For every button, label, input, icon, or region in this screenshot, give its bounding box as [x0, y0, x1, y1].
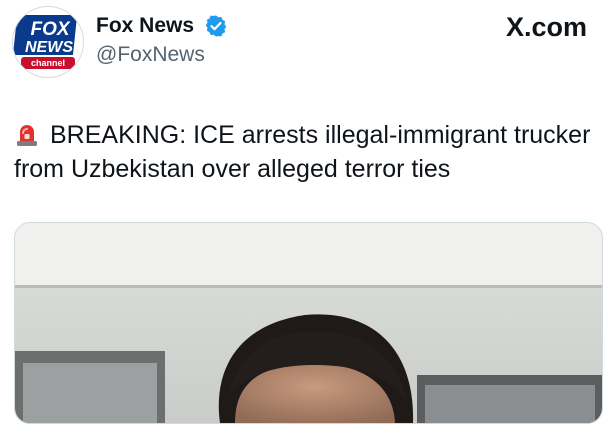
x-com-watermark: X.com	[505, 12, 587, 42]
verified-badge-icon	[205, 15, 227, 37]
photo-image	[15, 223, 602, 423]
logo-text-fox: FOX	[30, 19, 70, 40]
siren-emoji-icon	[17, 125, 37, 146]
author-handle[interactable]: @FoxNews	[96, 43, 205, 67]
avatar[interactable]: FOX NEWS channel	[12, 6, 84, 78]
logo-text-channel: channel	[31, 58, 65, 68]
logo-text-news: NEWS	[25, 39, 73, 56]
fox-news-logo-icon: FOX NEWS channel	[13, 8, 82, 76]
tweet-text: BREAKING: ICE arrests illegal-immigrant …	[14, 118, 604, 186]
author-name[interactable]: Fox News	[96, 14, 194, 38]
tweet-photo[interactable]	[14, 222, 603, 424]
tweet-body: BREAKING: ICE arrests illegal-immigrant …	[14, 121, 591, 183]
